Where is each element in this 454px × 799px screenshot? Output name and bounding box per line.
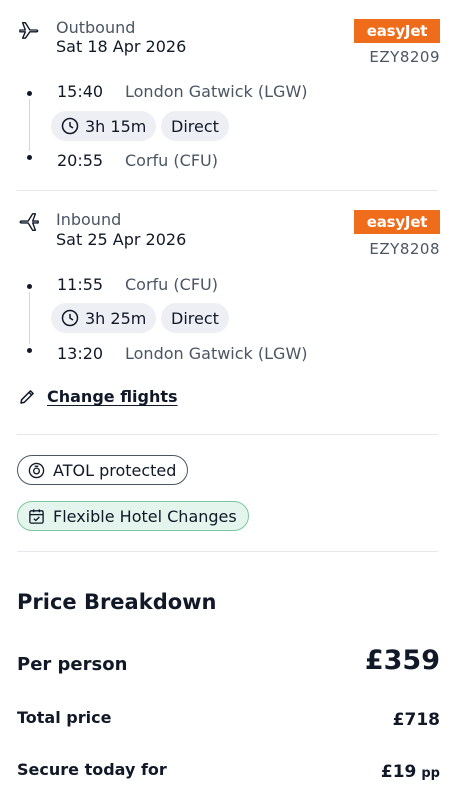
airline-logo: easyJet <box>354 19 440 43</box>
change-flights-link[interactable]: Change flights <box>18 387 178 406</box>
per-person-label: Per person <box>17 654 128 675</box>
plane-departure-icon <box>18 20 40 44</box>
calendar-check-icon <box>29 508 44 524</box>
inbound-date: Sat 25 Apr 2026 <box>56 230 187 249</box>
arrive-airport: London Gatwick (LGW) <box>125 344 308 363</box>
duration-chip: 3h 25m <box>51 303 157 333</box>
plane-return-icon <box>18 211 40 237</box>
divider <box>17 551 438 552</box>
timeline-line <box>29 292 30 344</box>
change-flights-label[interactable]: Change flights <box>47 387 178 406</box>
atol-icon <box>28 462 45 478</box>
flexible-text: Flexible Hotel Changes <box>53 506 237 526</box>
total-price-label: Total price <box>17 708 112 727</box>
per-person-unit: pp <box>421 766 440 781</box>
atol-badge: ATOL protected <box>17 455 189 485</box>
inbound-label: Inbound <box>56 210 122 229</box>
flexible-hotel-badge: Flexible Hotel Changes <box>17 501 249 531</box>
timeline-dot-start <box>27 284 32 289</box>
secure-today-label: Secure today for <box>17 760 167 779</box>
timeline-dot-end <box>27 155 32 160</box>
timeline-line <box>29 99 30 151</box>
stops-chip: Direct <box>161 111 229 141</box>
outbound-date: Sat 18 Apr 2026 <box>56 37 187 56</box>
depart-airport: Corfu (CFU) <box>125 275 218 294</box>
atol-text: ATOL protected <box>53 460 177 480</box>
depart-time: 15:40 <box>57 82 104 101</box>
deposit-amount: £19 <box>380 762 417 782</box>
divider <box>17 434 438 435</box>
outbound-label: Outbound <box>56 18 136 37</box>
depart-airport: London Gatwick (LGW) <box>125 82 308 101</box>
outbound-section: Outbound Sat 18 Apr 2026 easyJet EZY8209… <box>0 0 454 190</box>
clock-icon <box>61 117 79 135</box>
depart-time: 11:55 <box>57 275 104 294</box>
arrive-time: 20:55 <box>57 151 104 170</box>
per-person-price: £359 <box>364 645 440 676</box>
flight-number: EZY8209 <box>369 48 440 66</box>
arrive-time: 13:20 <box>57 344 104 363</box>
total-price-value: £718 <box>392 710 440 730</box>
arrive-airport: Corfu (CFU) <box>125 151 218 170</box>
duration-text: 3h 15m <box>85 116 147 136</box>
duration-text: 3h 25m <box>85 308 147 328</box>
airline-logo: easyJet <box>354 210 440 234</box>
pencil-icon <box>20 389 34 404</box>
price-breakdown-title: Price Breakdown <box>17 590 217 614</box>
secure-today-value: £19 pp <box>381 762 440 782</box>
inbound-section: Inbound Sat 25 Apr 2026 easyJet EZY8208 … <box>0 191 454 371</box>
timeline-dot-end <box>27 348 32 353</box>
clock-icon <box>61 309 79 327</box>
duration-chip: 3h 15m <box>51 111 157 141</box>
timeline-dot-start <box>27 91 32 96</box>
flight-number: EZY8208 <box>369 240 440 258</box>
stops-chip: Direct <box>161 303 229 333</box>
